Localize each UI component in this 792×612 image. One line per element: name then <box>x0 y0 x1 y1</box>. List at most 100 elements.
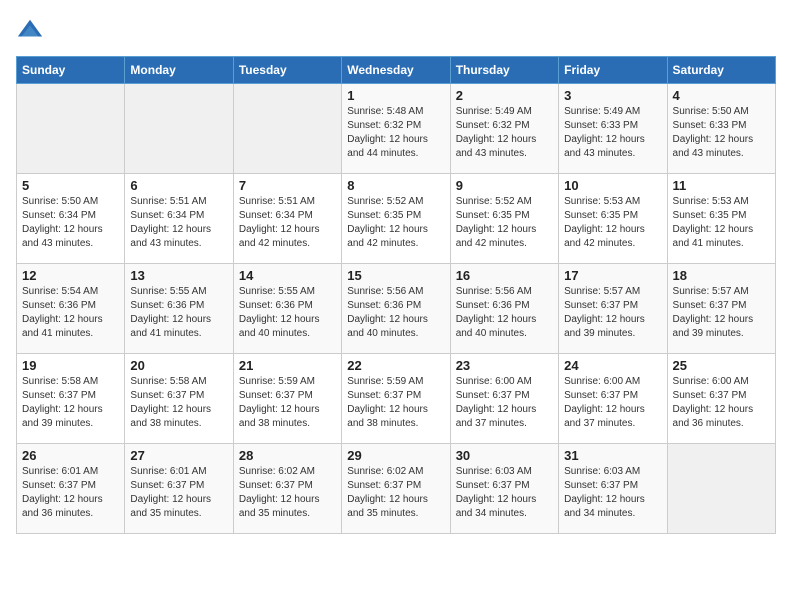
calendar-cell: 16 Sunrise: 5:56 AM Sunset: 6:36 PM Dayli… <box>450 264 558 354</box>
header-day-saturday: Saturday <box>667 57 775 84</box>
day-info: Sunrise: 5:59 AM Sunset: 6:37 PM Dayligh… <box>347 375 444 431</box>
day-info: Sunrise: 6:03 AM Sunset: 6:37 PM Dayligh… <box>564 465 661 521</box>
header-day-wednesday: Wednesday <box>342 57 450 84</box>
day-number: 15 <box>347 268 444 283</box>
header-day-tuesday: Tuesday <box>233 57 341 84</box>
header-day-thursday: Thursday <box>450 57 558 84</box>
header-day-sunday: Sunday <box>17 57 125 84</box>
day-number: 22 <box>347 358 444 373</box>
day-number: 31 <box>564 448 661 463</box>
logo-icon <box>16 16 44 44</box>
day-number: 23 <box>456 358 553 373</box>
day-info: Sunrise: 5:52 AM Sunset: 6:35 PM Dayligh… <box>456 195 553 251</box>
day-info: Sunrise: 6:01 AM Sunset: 6:37 PM Dayligh… <box>130 465 227 521</box>
calendar-cell: 7 Sunrise: 5:51 AM Sunset: 6:34 PM Daylig… <box>233 174 341 264</box>
day-info: Sunrise: 5:50 AM Sunset: 6:34 PM Dayligh… <box>22 195 119 251</box>
day-info: Sunrise: 5:51 AM Sunset: 6:34 PM Dayligh… <box>130 195 227 251</box>
week-row-1: 1 Sunrise: 5:48 AM Sunset: 6:32 PM Daylig… <box>17 84 776 174</box>
day-number: 24 <box>564 358 661 373</box>
day-number: 10 <box>564 178 661 193</box>
day-number: 7 <box>239 178 336 193</box>
calendar-cell <box>233 84 341 174</box>
calendar-cell: 25Sunrise: 6:00 AM Sunset: 6:37 PM Dayli… <box>667 354 775 444</box>
calendar-cell: 12Sunrise: 5:54 AM Sunset: 6:36 PM Dayli… <box>17 264 125 354</box>
calendar-header: SundayMondayTuesdayWednesdayThursdayFrid… <box>17 57 776 84</box>
day-number: 8 <box>347 178 444 193</box>
day-number: 11 <box>673 178 770 193</box>
calendar-cell: 19Sunrise: 5:58 AM Sunset: 6:37 PM Dayli… <box>17 354 125 444</box>
header-row: SundayMondayTuesdayWednesdayThursdayFrid… <box>17 57 776 84</box>
calendar-cell: 14 Sunrise: 5:55 AM Sunset: 6:36 PM Dayli… <box>233 264 341 354</box>
calendar-body: 1 Sunrise: 5:48 AM Sunset: 6:32 PM Daylig… <box>17 84 776 534</box>
week-row-3: 12Sunrise: 5:54 AM Sunset: 6:36 PM Dayli… <box>17 264 776 354</box>
day-number: 16 <box>456 268 553 283</box>
day-number: 21 <box>239 358 336 373</box>
calendar-cell: 31 Sunrise: 6:03 AM Sunset: 6:37 PM Dayli… <box>559 444 667 534</box>
day-info: Sunrise: 6:02 AM Sunset: 6:37 PM Dayligh… <box>239 465 336 521</box>
day-info: Sunrise: 5:48 AM Sunset: 6:32 PM Dayligh… <box>347 105 444 161</box>
calendar-cell: 21Sunrise: 5:59 AM Sunset: 6:37 PM Dayli… <box>233 354 341 444</box>
day-info: Sunrise: 5:49 AM Sunset: 6:33 PM Dayligh… <box>564 105 661 161</box>
day-info: Sunrise: 5:55 AM Sunset: 6:36 PM Dayligh… <box>239 285 336 341</box>
day-info: Sunrise: 5:57 AM Sunset: 6:37 PM Dayligh… <box>564 285 661 341</box>
calendar-cell: 27 Sunrise: 6:01 AM Sunset: 6:37 PM Dayli… <box>125 444 233 534</box>
day-info: Sunrise: 5:52 AM Sunset: 6:35 PM Dayligh… <box>347 195 444 251</box>
day-number: 20 <box>130 358 227 373</box>
calendar-cell <box>125 84 233 174</box>
day-number: 27 <box>130 448 227 463</box>
calendar-cell: 15 Sunrise: 5:56 AM Sunset: 6:36 PM Dayli… <box>342 264 450 354</box>
calendar-cell: 24Sunrise: 6:00 AM Sunset: 6:37 PM Dayli… <box>559 354 667 444</box>
day-info: Sunrise: 6:00 AM Sunset: 6:37 PM Dayligh… <box>456 375 553 431</box>
day-info: Sunrise: 5:49 AM Sunset: 6:32 PM Dayligh… <box>456 105 553 161</box>
day-info: Sunrise: 6:01 AM Sunset: 6:37 PM Dayligh… <box>22 465 119 521</box>
day-number: 14 <box>239 268 336 283</box>
logo <box>16 16 48 44</box>
day-number: 30 <box>456 448 553 463</box>
day-number: 26 <box>22 448 119 463</box>
day-info: Sunrise: 5:58 AM Sunset: 6:37 PM Dayligh… <box>130 375 227 431</box>
day-number: 2 <box>456 88 553 103</box>
day-number: 1 <box>347 88 444 103</box>
week-row-2: 5Sunrise: 5:50 AM Sunset: 6:34 PM Daylig… <box>17 174 776 264</box>
calendar-cell: 20 Sunrise: 5:58 AM Sunset: 6:37 PM Dayli… <box>125 354 233 444</box>
day-number: 28 <box>239 448 336 463</box>
calendar-cell <box>17 84 125 174</box>
day-number: 19 <box>22 358 119 373</box>
day-number: 9 <box>456 178 553 193</box>
calendar-cell: 2 Sunrise: 5:49 AM Sunset: 6:32 PM Daylig… <box>450 84 558 174</box>
calendar-cell: 17Sunrise: 5:57 AM Sunset: 6:37 PM Dayli… <box>559 264 667 354</box>
day-info: Sunrise: 5:51 AM Sunset: 6:34 PM Dayligh… <box>239 195 336 251</box>
day-info: Sunrise: 6:03 AM Sunset: 6:37 PM Dayligh… <box>456 465 553 521</box>
calendar-cell: 23 Sunrise: 6:00 AM Sunset: 6:37 PM Dayli… <box>450 354 558 444</box>
day-info: Sunrise: 5:50 AM Sunset: 6:33 PM Dayligh… <box>673 105 770 161</box>
day-info: Sunrise: 5:55 AM Sunset: 6:36 PM Dayligh… <box>130 285 227 341</box>
calendar-cell: 28 Sunrise: 6:02 AM Sunset: 6:37 PM Dayli… <box>233 444 341 534</box>
day-number: 4 <box>673 88 770 103</box>
day-info: Sunrise: 5:54 AM Sunset: 6:36 PM Dayligh… <box>22 285 119 341</box>
week-row-5: 26 Sunrise: 6:01 AM Sunset: 6:37 PM Dayli… <box>17 444 776 534</box>
calendar-cell: 11 Sunrise: 5:53 AM Sunset: 6:35 PM Dayli… <box>667 174 775 264</box>
day-info: Sunrise: 5:53 AM Sunset: 6:35 PM Dayligh… <box>673 195 770 251</box>
page-header <box>16 16 776 44</box>
calendar-cell: 6 Sunrise: 5:51 AM Sunset: 6:34 PM Daylig… <box>125 174 233 264</box>
day-info: Sunrise: 5:57 AM Sunset: 6:37 PM Dayligh… <box>673 285 770 341</box>
calendar-cell: 13 Sunrise: 5:55 AM Sunset: 6:36 PM Dayli… <box>125 264 233 354</box>
calendar-table: SundayMondayTuesdayWednesdayThursdayFrid… <box>16 56 776 534</box>
day-number: 29 <box>347 448 444 463</box>
day-number: 18 <box>673 268 770 283</box>
day-number: 6 <box>130 178 227 193</box>
calendar-cell: 18 Sunrise: 5:57 AM Sunset: 6:37 PM Dayli… <box>667 264 775 354</box>
day-info: Sunrise: 6:02 AM Sunset: 6:37 PM Dayligh… <box>347 465 444 521</box>
calendar-cell: 3Sunrise: 5:49 AM Sunset: 6:33 PM Daylig… <box>559 84 667 174</box>
calendar-cell: 8 Sunrise: 5:52 AM Sunset: 6:35 PM Daylig… <box>342 174 450 264</box>
week-row-4: 19 Sunrise: 5:58 AM Sunset: 6:37 PM Dayli… <box>17 354 776 444</box>
day-info: Sunrise: 5:56 AM Sunset: 6:36 PM Dayligh… <box>456 285 553 341</box>
day-info: Sunrise: 6:00 AM Sunset: 6:37 PM Dayligh… <box>673 375 770 431</box>
calendar-cell: 4 Sunrise: 5:50 AM Sunset: 6:33 PM Daylig… <box>667 84 775 174</box>
calendar-cell: 29 Sunrise: 6:02 AM Sunset: 6:37 PM Dayli… <box>342 444 450 534</box>
day-info: Sunrise: 5:56 AM Sunset: 6:36 PM Dayligh… <box>347 285 444 341</box>
calendar-cell: 22 Sunrise: 5:59 AM Sunset: 6:37 PM Dayli… <box>342 354 450 444</box>
day-number: 13 <box>130 268 227 283</box>
calendar-cell: 1 Sunrise: 5:48 AM Sunset: 6:32 PM Daylig… <box>342 84 450 174</box>
calendar-cell: 5Sunrise: 5:50 AM Sunset: 6:34 PM Daylig… <box>17 174 125 264</box>
